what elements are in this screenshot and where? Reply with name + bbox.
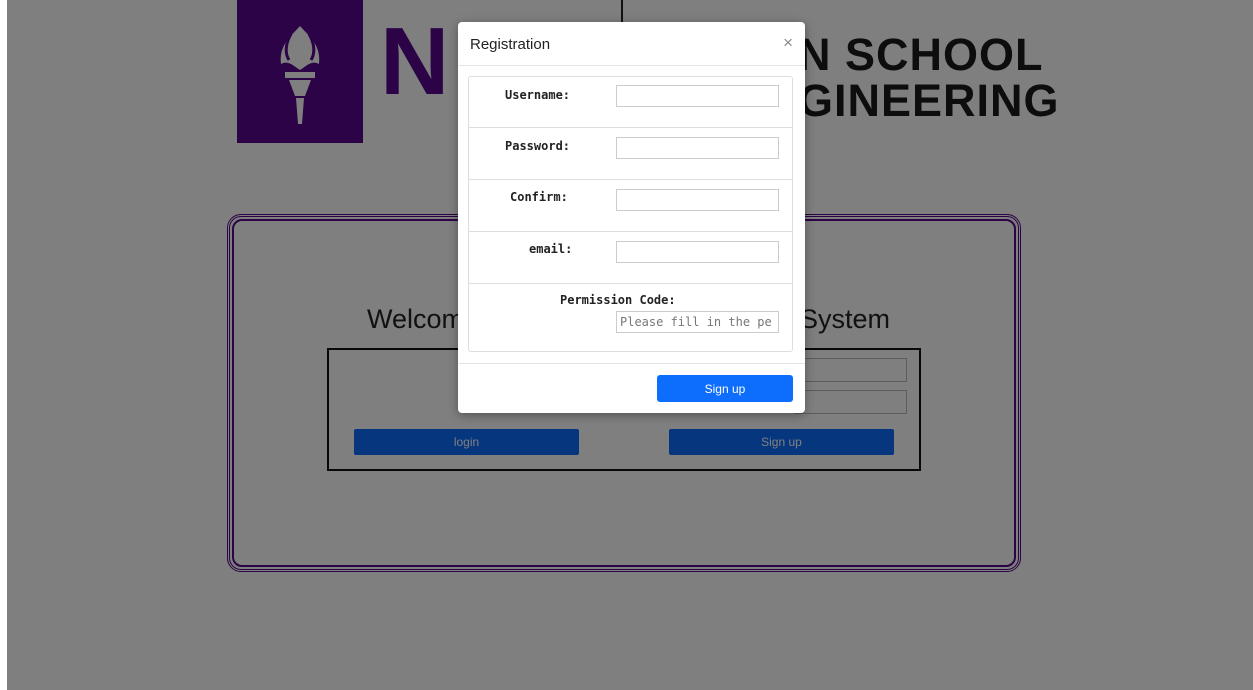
page: N N SCHOOL GINEERING Welcom System login…	[0, 0, 1253, 690]
password-field[interactable]	[616, 137, 779, 159]
modal-footer-divider	[458, 363, 805, 364]
close-icon[interactable]: ×	[783, 33, 793, 53]
email-label: email:	[529, 242, 573, 256]
confirm-row: Confirm:	[469, 180, 792, 232]
permission-code-field[interactable]: Please fill in the pe	[616, 311, 779, 333]
signup-button[interactable]: Sign up	[657, 375, 793, 402]
email-field[interactable]	[616, 241, 779, 263]
confirm-label: Confirm:	[510, 190, 568, 204]
password-row: Password:	[469, 128, 792, 180]
password-label: Password:	[505, 139, 571, 153]
confirm-field[interactable]	[616, 189, 779, 211]
email-row: email:	[469, 232, 792, 284]
permission-code-label: Permission Code:	[560, 293, 676, 307]
modal-title: Registration	[470, 36, 551, 53]
username-field[interactable]	[616, 85, 779, 107]
modal-header: Registration ×	[458, 22, 805, 66]
registration-form: Username: Password: Confirm: email: Perm…	[468, 76, 793, 352]
username-row: Username:	[469, 77, 792, 128]
username-label: Username:	[505, 88, 571, 102]
registration-modal: Registration × Username: Password: Confi…	[458, 22, 805, 413]
permission-row: Permission Code: Please fill in the pe	[469, 284, 792, 352]
